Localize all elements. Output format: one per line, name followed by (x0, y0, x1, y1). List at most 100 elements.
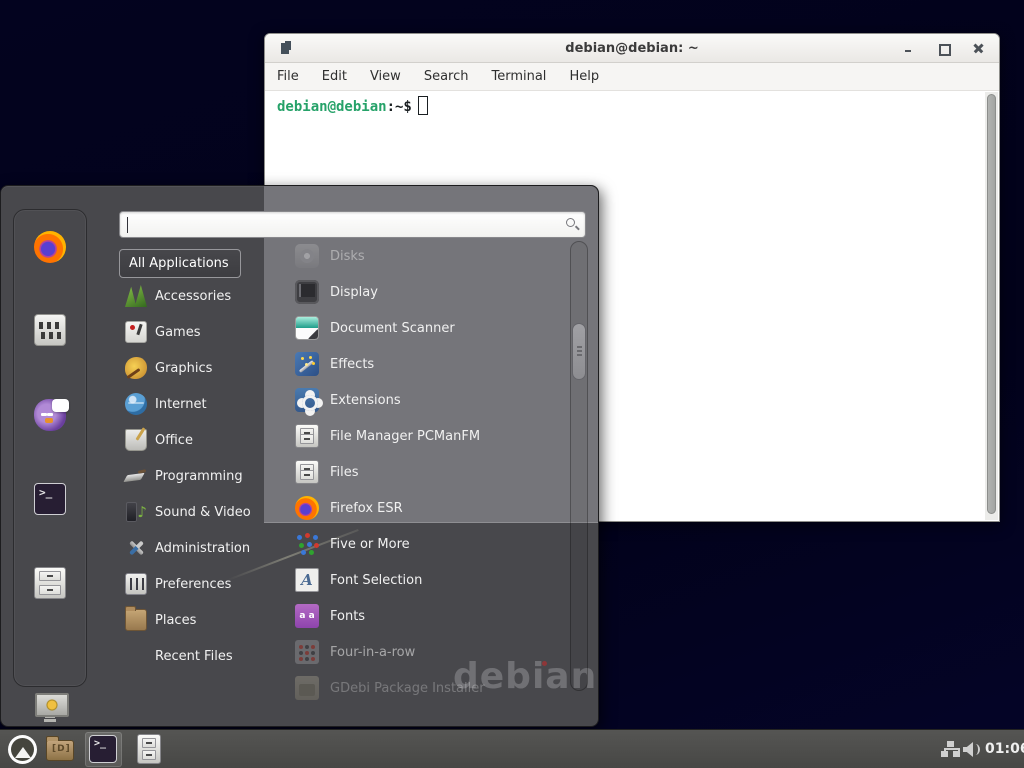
app-disks[interactable]: Disks (267, 238, 559, 274)
terminal-scrollbar-thumb[interactable] (987, 94, 996, 514)
app-fonts[interactable]: Fonts (267, 598, 559, 634)
category-label: Recent Files (155, 649, 233, 664)
close-button[interactable] (972, 42, 985, 55)
office-icon (125, 429, 147, 451)
app-label: Disks (330, 249, 365, 264)
category-label: Administration (155, 541, 250, 556)
app-label: File Manager PCManFM (330, 429, 480, 444)
applications-menu: debian All Applications AccessoriesGames… (0, 185, 599, 727)
category-recent-files[interactable]: Recent Files (119, 638, 265, 674)
terminal-menu-edit[interactable]: Edit (322, 69, 347, 84)
scanner-icon (295, 316, 319, 340)
category-preferences[interactable]: Preferences (119, 566, 265, 602)
terminal-scrollbar[interactable] (985, 92, 998, 520)
terminal-menu-file[interactable]: File (277, 69, 299, 84)
app-gdebi-package-installer[interactable]: GDebi Package Installer (267, 670, 559, 706)
volume-icon[interactable] (963, 741, 981, 758)
app-font-selection[interactable]: Font Selection (267, 562, 559, 598)
maximize-button[interactable] (937, 42, 950, 55)
effects-icon (295, 352, 319, 376)
app-four-in-a-row[interactable]: Four-in-a-row (267, 634, 559, 670)
programming-icon (125, 465, 147, 487)
app-label: Fonts (330, 609, 365, 624)
text-caret (127, 217, 128, 233)
accessories-icon (125, 285, 147, 307)
category-accessories[interactable]: Accessories (119, 278, 265, 314)
app-label: Five or More (330, 537, 410, 552)
category-office[interactable]: Office (119, 422, 265, 458)
cabinet-icon (295, 460, 319, 484)
app-document-scanner[interactable]: Document Scanner (267, 310, 559, 346)
category-programming[interactable]: Programming (119, 458, 265, 494)
terminal-menu-view[interactable]: View (370, 69, 401, 84)
app-display[interactable]: Display (267, 274, 559, 310)
terminal-window-title: debian@debian: ~ (265, 41, 999, 56)
minimize-button[interactable] (902, 42, 915, 55)
search-input[interactable] (119, 211, 586, 238)
app-label: Display (330, 285, 378, 300)
fontsel-icon (295, 568, 319, 592)
extensions-icon (295, 388, 319, 412)
file-manager-launcher[interactable] (46, 740, 74, 761)
app-firefox-esr[interactable]: Firefox ESR (267, 490, 559, 526)
app-menu-button[interactable] (8, 735, 37, 764)
category-internet[interactable]: Internet (119, 386, 265, 422)
terminal-titlebar[interactable]: debian@debian: ~ (265, 34, 999, 63)
category-places[interactable]: Places (119, 602, 265, 638)
lock-screen-button[interactable] (34, 691, 66, 723)
terminal-menu-terminal[interactable]: Terminal (491, 69, 546, 84)
menu-scrollbar-thumb[interactable] (572, 323, 586, 380)
application-list: Disks Display Document Scanner Effects Exten… (267, 238, 559, 706)
fivemore-icon (295, 532, 319, 556)
clock[interactable]: 01:06 (985, 741, 1024, 757)
app-file-manager-pcmanfm[interactable]: File Manager PCManFM (267, 418, 559, 454)
app-extensions[interactable]: Extensions (267, 382, 559, 418)
category-administration[interactable]: Administration (119, 530, 265, 566)
search-icon (566, 218, 575, 227)
favorites-frame (13, 209, 87, 687)
app-label: Effects (330, 357, 374, 372)
files-launcher[interactable] (137, 734, 161, 764)
category-label: Preferences (155, 577, 231, 592)
terminal-menu-search[interactable]: Search (424, 69, 469, 84)
prompt-suffix: :~$ (387, 99, 412, 115)
graphics-icon (125, 357, 147, 379)
app-effects[interactable]: Effects (267, 346, 559, 382)
category-sound-video[interactable]: Sound & Video (119, 494, 265, 530)
taskbar: 01:06 (0, 729, 1024, 768)
gdebi-icon (295, 676, 319, 700)
terminal-menu-help[interactable]: Help (569, 69, 599, 84)
display-icon (295, 280, 319, 304)
taskbar-terminal-task[interactable] (85, 732, 122, 767)
places-icon (125, 609, 147, 631)
category-list: Accessories Games Graphics Internet Office Pr… (119, 278, 265, 674)
favorite-pidgin[interactable] (34, 399, 66, 431)
app-label: Four-in-a-row (330, 645, 415, 660)
category-label: Graphics (155, 361, 212, 376)
fonts-icon (295, 604, 319, 628)
favorite-terminal[interactable] (34, 483, 66, 515)
app-five-or-more[interactable]: Five or More (267, 526, 559, 562)
category-label: Programming (155, 469, 243, 484)
terminal-menubar: File Edit View Search Terminal Help (265, 63, 999, 91)
favorite-firefox[interactable] (34, 231, 66, 263)
all-applications-label: All Applications (129, 256, 229, 271)
menu-scrollbar-track[interactable] (570, 241, 588, 691)
category-graphics[interactable]: Graphics (119, 350, 265, 386)
category-label: Accessories (155, 289, 231, 304)
category-label: Games (155, 325, 200, 340)
app-files[interactable]: Files (267, 454, 559, 490)
internet-icon (125, 393, 147, 415)
games-icon (125, 321, 147, 343)
category-label: Office (155, 433, 193, 448)
favorite-keyboard[interactable] (34, 314, 66, 346)
category-all-applications[interactable]: All Applications (119, 249, 241, 278)
network-icon[interactable] (941, 741, 960, 758)
favorite-file-manager[interactable] (34, 567, 66, 599)
category-label: Places (155, 613, 196, 628)
app-label: Firefox ESR (330, 501, 403, 516)
admin-icon (125, 537, 147, 559)
fourrow-icon (295, 640, 319, 664)
category-games[interactable]: Games (119, 314, 265, 350)
prefs-icon (125, 573, 147, 595)
